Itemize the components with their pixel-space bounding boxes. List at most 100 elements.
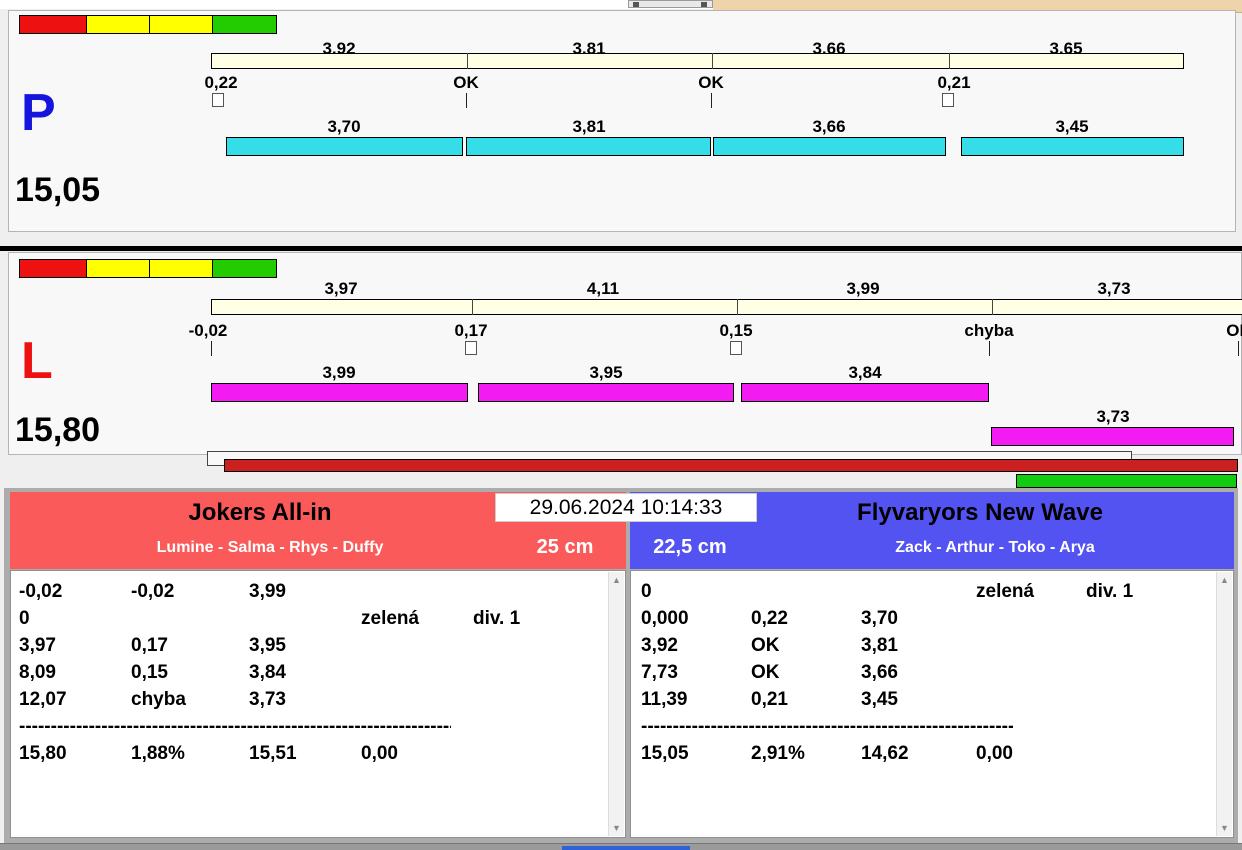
start-lights-p <box>19 15 277 34</box>
separator-line: ----------------------------------------… <box>19 716 451 737</box>
light-yellow-1 <box>87 16 149 33</box>
split-divider <box>737 299 738 315</box>
result-row: 3,92 OK 3,81 <box>641 635 898 656</box>
change-mark-checkbox[interactable] <box>212 93 224 107</box>
run-bar-segment <box>211 383 468 402</box>
run-time-label: 3,95 <box>589 363 623 382</box>
taskbar-fragment <box>562 846 690 850</box>
scroll-up-icon[interactable]: ▲ <box>1220 572 1229 588</box>
result-row: 8,09 0,15 3,84 <box>19 662 286 683</box>
run-bar-segment <box>466 137 711 156</box>
run-bar-segment <box>478 383 734 402</box>
results-panel-right: 0 zelená div. 1 0,000 0,22 3,70 3,92 OK … <box>630 570 1234 838</box>
split-time-label: 3,99 <box>846 279 880 298</box>
change-mark-label: 0,17 <box>454 321 488 340</box>
result-row: 7,73 OK 3,66 <box>641 662 898 683</box>
split-time-label: 3,73 <box>1097 279 1131 298</box>
result-row: -0,02 -0,02 3,99 <box>19 581 286 602</box>
change-mark-label: OK <box>453 73 479 92</box>
lane-divider <box>0 246 1242 251</box>
light-green <box>213 16 276 33</box>
change-tick <box>989 341 990 356</box>
change-tick <box>466 93 467 108</box>
run-time-label: 3,73 <box>1096 407 1130 426</box>
split-bar-p <box>211 53 1184 69</box>
run-bar-segment <box>741 383 989 402</box>
progress-bar-green <box>1016 474 1237 488</box>
race-timestamp: 29.06.2024 10:14:33 <box>495 493 757 522</box>
scroll-down-icon[interactable]: ▼ <box>1220 820 1229 836</box>
light-yellow-2 <box>150 260 212 277</box>
change-mark-label: chyba <box>964 321 1014 340</box>
light-green <box>213 260 276 277</box>
results-panel-left: -0,02 -0,02 3,99 0 zelená div. 1 3,97 0,… <box>10 570 626 838</box>
change-tick <box>211 341 212 356</box>
change-mark-label: OK <box>1226 321 1242 340</box>
run-time-label: 3,81 <box>572 117 606 136</box>
split-divider <box>949 53 950 69</box>
separator-line: ----------------------------------------… <box>641 716 1013 737</box>
team-members-left: Lumine - Salma - Rhys - Duffy <box>156 539 384 556</box>
result-row: 11,39 0,21 3,45 <box>641 689 898 710</box>
result-row: 0,000 0,22 3,70 <box>641 608 898 629</box>
progress-bar-red <box>224 459 1238 472</box>
change-mark-label: OK <box>698 73 724 92</box>
light-red <box>20 260 86 277</box>
change-mark-label: 0,21 <box>937 73 971 92</box>
change-mark-label: 0,22 <box>204 73 238 92</box>
light-yellow-2 <box>150 16 212 33</box>
summary-row: 15,80 1,88% 15,51 0,00 <box>19 743 398 764</box>
run-time-label: 3,45 <box>1055 117 1089 136</box>
run-time-label: 3,84 <box>848 363 882 382</box>
lane-p-panel: 3,92 3,81 3,66 3,65 0,22 OK OK 0,21 3,70… <box>8 10 1236 232</box>
app-window: 3,92 3,81 3,66 3,65 0,22 OK OK 0,21 3,70… <box>0 0 1242 850</box>
team-name-left: Jokers All-in <box>188 499 332 526</box>
run-bar-segment <box>961 137 1184 156</box>
change-mark-checkbox[interactable] <box>942 93 954 107</box>
run-time-label: 3,99 <box>322 363 356 382</box>
jump-height-right: 22,5 cm <box>653 536 727 558</box>
result-row: 3,97 0,17 3,95 <box>19 635 286 656</box>
split-divider <box>712 53 713 69</box>
background-window-fragment <box>628 0 713 8</box>
run-bar-segment <box>713 137 946 156</box>
change-mark-label: -0,02 <box>188 321 228 340</box>
split-time-label: 3,97 <box>324 279 358 298</box>
window-fragment-glyph <box>633 2 639 7</box>
split-bar-l <box>211 299 1242 315</box>
lane-l-panel: 3,97 4,11 3,99 3,73 -0,02 0,17 0,15 chyb… <box>8 252 1242 455</box>
scroll-up-icon[interactable]: ▲ <box>612 572 621 588</box>
split-divider <box>467 53 468 69</box>
split-time-label: 4,11 <box>586 279 620 298</box>
jump-height-left: 25 cm <box>536 536 594 558</box>
scrollbar[interactable]: ▲ ▼ <box>1216 572 1232 836</box>
split-divider <box>472 299 473 315</box>
run-time-label: 3,66 <box>812 117 846 136</box>
change-mark-label: 0,15 <box>719 321 753 340</box>
run-bar-segment <box>991 427 1234 446</box>
lane-p-total-time: 15,05 <box>15 171 101 209</box>
result-row: 12,07 chyba 3,73 <box>19 689 286 710</box>
team-name-right: Flyvaryors New Wave <box>857 499 1103 526</box>
window-bottom-edge <box>0 843 1242 850</box>
summary-row: 15,05 2,91% 14,62 0,00 <box>641 743 1013 764</box>
lane-letter-l: L <box>21 332 53 390</box>
scroll-down-icon[interactable]: ▼ <box>612 820 621 836</box>
run-bar-segment <box>226 137 463 156</box>
light-red <box>20 16 86 33</box>
change-tick <box>711 93 712 108</box>
lane-l-total-time: 15,80 <box>15 411 101 449</box>
light-yellow-1 <box>87 260 149 277</box>
change-tick <box>1238 341 1239 356</box>
scrollbar[interactable]: ▲ ▼ <box>608 572 624 836</box>
run-time-label: 3,70 <box>327 117 361 136</box>
change-mark-checkbox[interactable] <box>465 341 477 355</box>
result-row: 0 zelená div. 1 <box>19 608 521 629</box>
change-mark-checkbox[interactable] <box>730 341 742 355</box>
window-fragment-glyph <box>701 2 707 7</box>
start-lights-l <box>19 259 277 278</box>
split-divider <box>992 299 993 315</box>
lane-letter-p: P <box>21 84 56 142</box>
result-row: 0 zelená div. 1 <box>641 581 1134 602</box>
team-members-right: Zack - Arthur - Toko - Arya <box>895 539 1095 556</box>
